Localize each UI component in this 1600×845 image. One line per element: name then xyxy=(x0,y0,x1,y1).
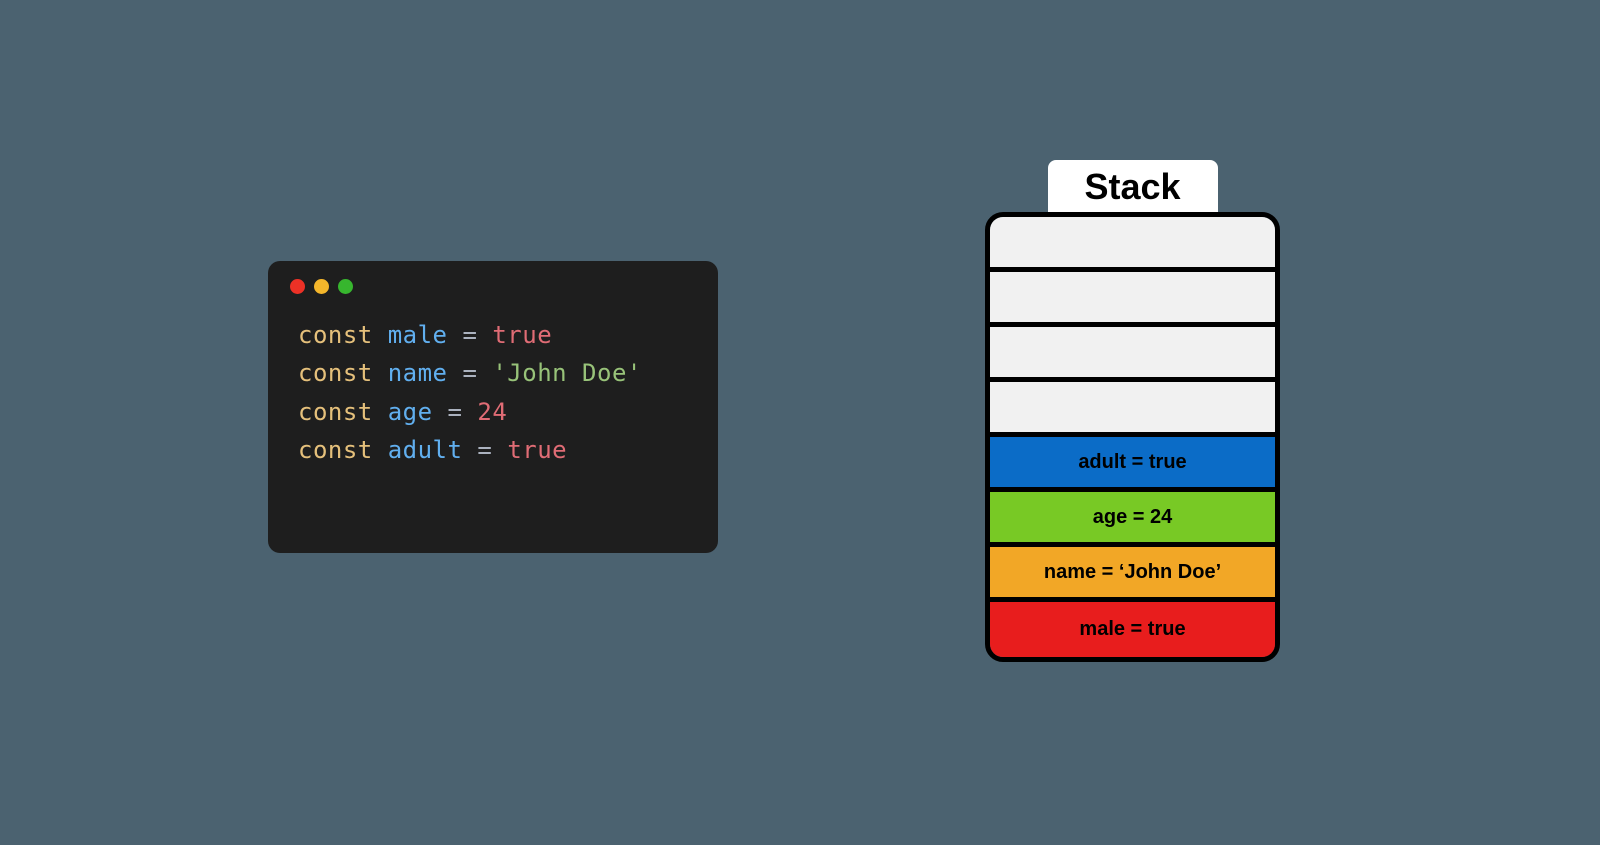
stack-slot-empty xyxy=(990,382,1275,437)
stack-slot-empty xyxy=(990,217,1275,272)
stack-slot-label: name = ‘John Doe’ xyxy=(1044,561,1221,584)
stack-title: Stack xyxy=(1048,160,1218,212)
code-keyword: const xyxy=(298,436,373,464)
minimize-icon xyxy=(314,279,329,294)
stack-slot-name: name = ‘John Doe’ xyxy=(990,547,1275,602)
code-value: 'John Doe' xyxy=(492,359,642,387)
code-operator: = xyxy=(448,359,493,387)
stack-slot-label: adult = true xyxy=(1078,451,1186,474)
window-traffic-lights xyxy=(268,279,718,316)
code-line: const adult = true xyxy=(298,431,718,469)
code-identifier: age xyxy=(388,398,433,426)
stack-slot-label: male = true xyxy=(1079,618,1185,641)
stack-diagram: Stack adult = true age = 24 name = ‘John… xyxy=(985,160,1280,662)
code-identifier: name xyxy=(388,359,448,387)
close-icon xyxy=(290,279,305,294)
code-line: const name = 'John Doe' xyxy=(298,354,718,392)
code-line: const age = 24 xyxy=(298,393,718,431)
code-identifier: adult xyxy=(388,436,463,464)
stack-slot-empty xyxy=(990,327,1275,382)
stack-slot-male: male = true xyxy=(990,602,1275,657)
code-operator: = xyxy=(448,321,493,349)
stack-slot-age: age = 24 xyxy=(990,492,1275,547)
stack-slot-adult: adult = true xyxy=(990,437,1275,492)
stack-box: adult = true age = 24 name = ‘John Doe’ … xyxy=(985,212,1280,662)
code-body: const male = true const name = 'John Doe… xyxy=(268,316,718,470)
code-window: const male = true const name = 'John Doe… xyxy=(268,261,718,553)
maximize-icon xyxy=(338,279,353,294)
code-value: true xyxy=(507,436,567,464)
code-identifier: male xyxy=(388,321,448,349)
code-keyword: const xyxy=(298,359,373,387)
code-operator: = xyxy=(462,436,507,464)
code-keyword: const xyxy=(298,398,373,426)
stack-slot-label: age = 24 xyxy=(1093,506,1173,529)
code-line: const male = true xyxy=(298,316,718,354)
stack-slot-empty xyxy=(990,272,1275,327)
code-operator: = xyxy=(433,398,478,426)
code-keyword: const xyxy=(298,321,373,349)
code-value: true xyxy=(492,321,552,349)
code-value: 24 xyxy=(477,398,507,426)
